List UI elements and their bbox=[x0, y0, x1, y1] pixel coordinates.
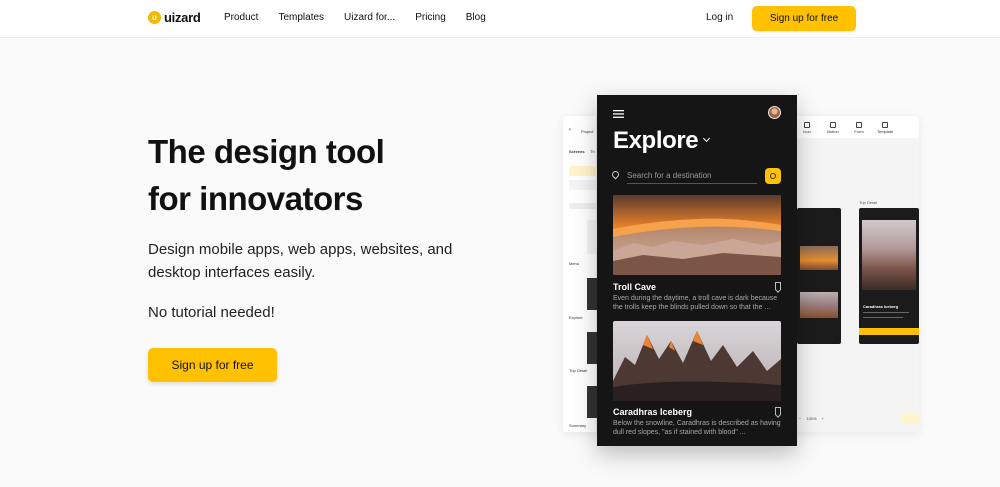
card-title-caradhras: Caradhras Iceberg bbox=[613, 407, 693, 417]
nav-link-uizard-for[interactable]: Uizard for... bbox=[344, 12, 395, 23]
nav-link-product[interactable]: Product bbox=[224, 12, 258, 23]
mini-cta-bar bbox=[859, 328, 919, 335]
hero-signup-button[interactable]: Sign up for free bbox=[148, 348, 277, 382]
screen-thumb-summary bbox=[587, 386, 597, 418]
tool-icon: Icon bbox=[799, 122, 815, 134]
zoom-level: 100% bbox=[806, 416, 817, 421]
editor-tab-theme: Th bbox=[590, 149, 595, 154]
screens-search-bar bbox=[569, 203, 597, 209]
tool-form: Form bbox=[851, 122, 867, 134]
screen-label-trip-detail: Trip Detail bbox=[569, 368, 588, 373]
canvas-screen-label: Trip Detail bbox=[859, 200, 878, 205]
tool-label-icon: Icon bbox=[803, 129, 811, 134]
screen-thumb-menu bbox=[587, 220, 597, 254]
card-title-troll-cave: Troll Cave bbox=[613, 282, 657, 292]
screen-label-menu: Menu bbox=[569, 261, 580, 266]
mini-image-mountain bbox=[800, 292, 838, 318]
hero-title: The design tool for innovators bbox=[148, 128, 385, 222]
zoom-in-icon: + bbox=[821, 416, 824, 421]
tool-label-button: Button bbox=[827, 129, 839, 134]
tool-label-form: Form bbox=[854, 129, 864, 134]
tool-label-template: Template bbox=[877, 129, 894, 134]
hero-title-line2: for innovators bbox=[148, 180, 363, 217]
phone-search-field: Search for a destination bbox=[627, 171, 757, 184]
hamburger-menu-icon bbox=[613, 110, 624, 118]
zoom-out-icon: − bbox=[799, 416, 802, 421]
cave-illustration bbox=[613, 195, 781, 275]
template-tool-icon bbox=[882, 122, 888, 128]
mini-text-line bbox=[863, 312, 909, 313]
user-avatar bbox=[768, 106, 781, 119]
screen-thumb-trip-detail bbox=[587, 332, 597, 364]
uizard-logo[interactable]: u uizard bbox=[148, 10, 201, 25]
tool-button: Button bbox=[825, 122, 841, 134]
editor-back-label: Project bbox=[581, 129, 594, 134]
upload-button-icon bbox=[569, 166, 597, 176]
icon-tool-icon bbox=[804, 122, 810, 128]
mini-screen-explore bbox=[797, 208, 841, 344]
zoom-control: − 100% + bbox=[799, 416, 824, 421]
nav-link-blog[interactable]: Blog bbox=[466, 12, 486, 23]
card-description-caradhras: Below the snowline, Caradhras is describ… bbox=[613, 420, 781, 436]
mini-image-cave bbox=[800, 246, 838, 270]
screen-thumb-explore bbox=[587, 278, 597, 310]
bookmark-icon bbox=[775, 407, 781, 415]
card-image-caradhras bbox=[613, 321, 781, 401]
screen-label-explore: Explore bbox=[569, 315, 583, 320]
search-button-icon bbox=[765, 168, 781, 184]
mini-title: Caradhras Iceberg bbox=[863, 304, 899, 309]
card-description-troll-cave: Even during the daytime, a troll cave is… bbox=[613, 295, 778, 311]
back-chevron-icon: ‹ bbox=[569, 127, 571, 133]
nav-link-pricing[interactable]: Pricing bbox=[415, 12, 446, 23]
hero-note: No tutorial needed! bbox=[148, 304, 275, 321]
mini-screen-trip-detail: Caradhras Iceberg bbox=[859, 208, 919, 344]
card-image-troll-cave bbox=[613, 195, 781, 275]
button-tool-icon bbox=[830, 122, 836, 128]
nav-links: Product Templates Uizard for... Pricing … bbox=[224, 12, 506, 23]
mini-image-peaks bbox=[862, 220, 916, 290]
phone-heading: Explore bbox=[613, 127, 699, 154]
logo-mark-icon: u bbox=[148, 11, 161, 24]
mountain-illustration bbox=[613, 321, 781, 401]
top-nav: u uizard Product Templates Uizard for...… bbox=[0, 0, 1000, 38]
logo-text: uizard bbox=[164, 10, 201, 25]
bookmark-icon bbox=[775, 282, 781, 290]
editor-toolbar: Icon Button Form Template bbox=[799, 122, 893, 134]
tool-template: Template bbox=[877, 122, 893, 134]
login-link[interactable]: Log in bbox=[706, 12, 733, 23]
mini-text-line bbox=[863, 317, 903, 318]
nav-link-templates[interactable]: Templates bbox=[278, 12, 324, 23]
form-tool-icon bbox=[856, 122, 862, 128]
hero-subtitle: Design mobile apps, web apps, websites, … bbox=[148, 241, 453, 281]
editor-tab-screens: Screens bbox=[569, 149, 585, 154]
add-screen-button bbox=[569, 180, 597, 190]
screen-label-summary: Summary bbox=[569, 423, 587, 428]
nav-signup-button[interactable]: Sign up for free bbox=[752, 6, 856, 31]
hero-title-line1: The design tool bbox=[148, 133, 385, 170]
edit-mode-chip bbox=[901, 414, 919, 423]
editor-screens-panel: ‹ Project Screens Th Menu Explore Trip D… bbox=[563, 116, 597, 432]
